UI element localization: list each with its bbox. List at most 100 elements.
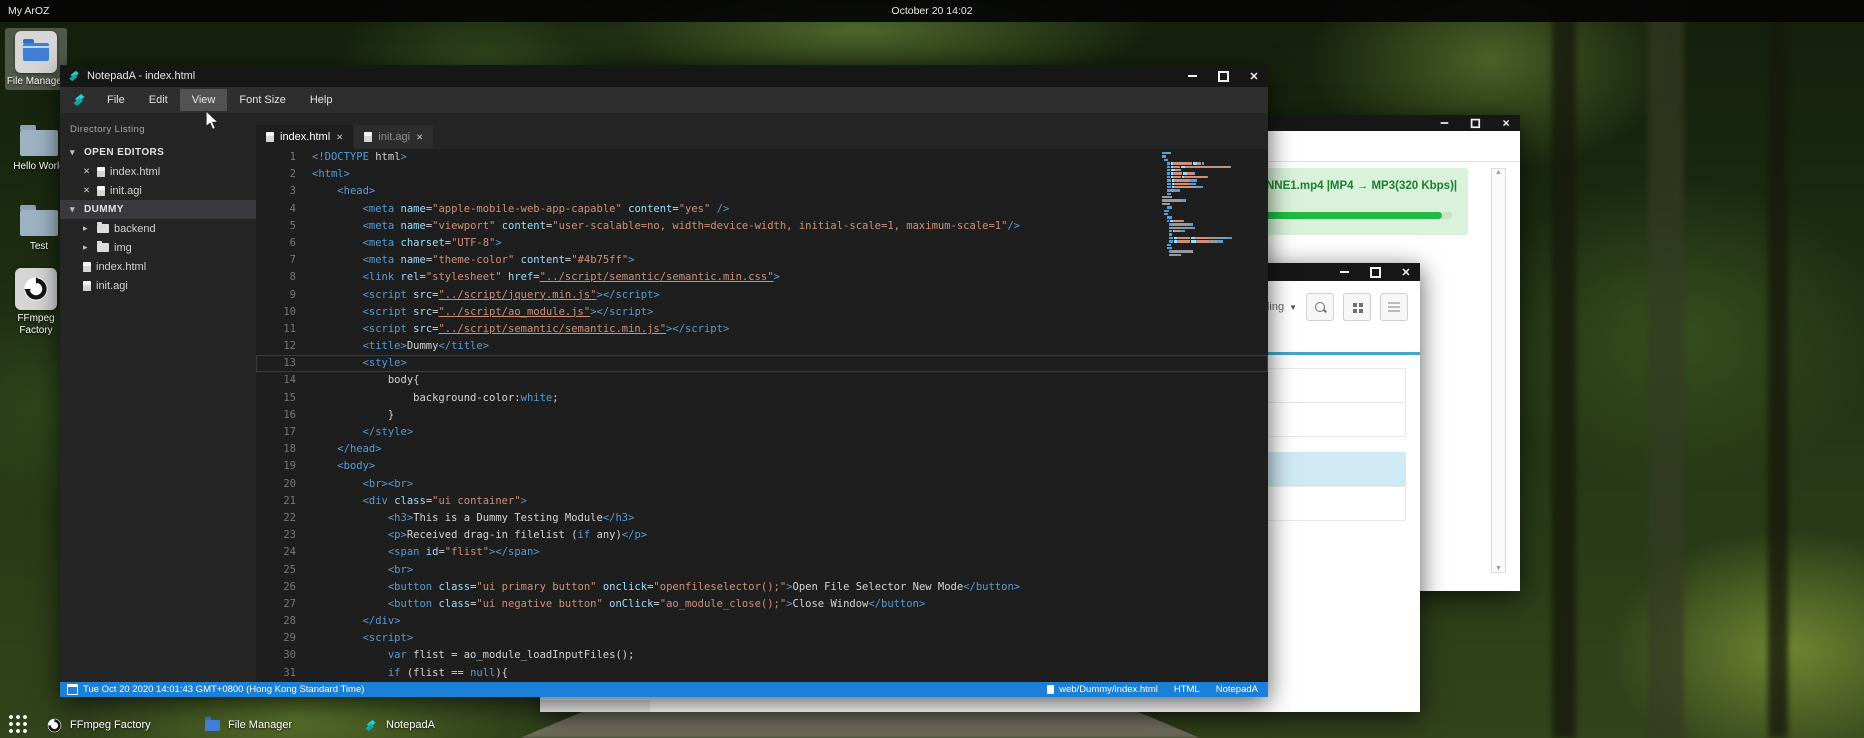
close-editor-icon[interactable]: ✕ bbox=[83, 166, 92, 177]
notepada-titlebar[interactable]: NotepadA - index.html bbox=[60, 65, 1268, 87]
menu-help[interactable]: Help bbox=[298, 89, 345, 111]
menu-font-size[interactable]: Font Size bbox=[227, 89, 297, 111]
maximize-icon[interactable] bbox=[1369, 266, 1381, 278]
desktop-icon-label: File Manager bbox=[5, 76, 67, 88]
tree-item-init-agi[interactable]: init.agi bbox=[60, 276, 256, 295]
code-line-24[interactable]: 24 <span id="flist"></span> bbox=[256, 544, 1268, 561]
tab-bar: index.html✕init.agi✕ bbox=[256, 113, 1268, 149]
app-launcher-grid-icon[interactable] bbox=[8, 714, 28, 734]
status-file-path[interactable]: web/Dummy/index.html bbox=[1059, 684, 1158, 695]
code-line-11[interactable]: 11 <script src="../script/semantic/seman… bbox=[256, 321, 1268, 338]
code-line-6[interactable]: 6 <meta charset="UTF-8"> bbox=[256, 235, 1268, 252]
line-number: 9 bbox=[256, 287, 312, 304]
close-icon[interactable] bbox=[1501, 118, 1511, 128]
file-icon bbox=[266, 132, 274, 142]
close-icon[interactable] bbox=[1248, 70, 1260, 82]
code-line-29[interactable]: 29 <script> bbox=[256, 630, 1268, 647]
taskbar-item-label: NotepadA bbox=[386, 719, 435, 731]
tree-item-dummy[interactable]: ▾DUMMY bbox=[60, 200, 256, 219]
tree-item-label: init.agi bbox=[96, 280, 128, 292]
code-line-2[interactable]: 2<html> bbox=[256, 166, 1268, 183]
menu-edit[interactable]: Edit bbox=[137, 89, 180, 111]
code-line-27[interactable]: 27 <button class="ui negative button" on… bbox=[256, 596, 1268, 613]
tab-index-html[interactable]: index.html ✕ bbox=[256, 125, 353, 149]
code-line-25[interactable]: 25 <br> bbox=[256, 562, 1268, 579]
calendar-icon bbox=[67, 684, 78, 695]
code-line-19[interactable]: 19 <body> bbox=[256, 458, 1268, 475]
menu-file[interactable]: File bbox=[95, 89, 137, 111]
tree-item-open-editors[interactable]: ▾OPEN EDITORS bbox=[60, 143, 256, 162]
status-bar: Tue Oct 20 2020 14:01:43 GMT+0800 (Hong … bbox=[60, 682, 1268, 697]
line-number: 30 bbox=[256, 647, 312, 664]
code-line-23[interactable]: 23 <p>Received drag-in filelist (if any)… bbox=[256, 527, 1268, 544]
code-line-1[interactable]: 1<!DOCTYPE html> bbox=[256, 149, 1268, 166]
code-line-31[interactable]: 31 if (flist == null){ bbox=[256, 665, 1268, 682]
search-button[interactable] bbox=[1306, 293, 1334, 321]
scroll-up-icon[interactable]: ▲ bbox=[1495, 169, 1502, 176]
close-tab-icon[interactable]: ✕ bbox=[336, 132, 343, 143]
status-language[interactable]: HTML bbox=[1174, 684, 1200, 695]
caret-right-icon: ▸ bbox=[83, 223, 92, 234]
file-icon bbox=[364, 132, 372, 142]
close-icon[interactable] bbox=[1400, 266, 1412, 278]
menu-view[interactable]: View bbox=[180, 89, 228, 111]
taskbar: FFmpeg Factory File Manager NotepadA bbox=[0, 712, 1864, 738]
tree-item-label: DUMMY bbox=[84, 204, 124, 215]
scrollbar[interactable]: ▲ ▼ bbox=[1491, 168, 1506, 573]
maximize-icon[interactable] bbox=[1470, 118, 1480, 128]
close-editor-icon[interactable]: ✕ bbox=[83, 185, 92, 196]
scroll-down-icon[interactable]: ▼ bbox=[1495, 565, 1502, 572]
line-number: 26 bbox=[256, 579, 312, 596]
taskbar-item-ffmpeg-factory[interactable]: FFmpeg Factory bbox=[40, 712, 157, 738]
tree-item-label: index.html bbox=[110, 166, 160, 178]
code-line-7[interactable]: 7 <meta name="theme-color" content="#4b7… bbox=[256, 252, 1268, 269]
tree-item-init-agi[interactable]: ✕init.agi bbox=[60, 181, 256, 200]
code-area[interactable]: 1<!DOCTYPE html>2<html>3 <head>4 <meta n… bbox=[256, 149, 1268, 682]
taskbar-item-file-manager[interactable]: File Manager bbox=[198, 712, 298, 738]
tab-init-agi[interactable]: init.agi✕ bbox=[354, 125, 433, 149]
code-line-18[interactable]: 18 </head> bbox=[256, 441, 1268, 458]
tree-item-img[interactable]: ▸img bbox=[60, 238, 256, 257]
caret-down-icon: ▼ bbox=[1289, 303, 1297, 312]
code-line-8[interactable]: 8 <link rel="stylesheet" href="../script… bbox=[256, 269, 1268, 286]
taskbar-item-notepada[interactable]: NotepadA bbox=[356, 712, 441, 738]
code-line-5[interactable]: 5 <meta name="viewport" content="user-sc… bbox=[256, 218, 1268, 235]
tab-label: index.html bbox=[280, 131, 330, 143]
code-line-20[interactable]: 20 <br><br> bbox=[256, 476, 1268, 493]
code-line-16[interactable]: 16 } bbox=[256, 407, 1268, 424]
caret-right-icon: ▸ bbox=[83, 242, 92, 253]
code-line-26[interactable]: 26 <button class="ui primary button" onc… bbox=[256, 579, 1268, 596]
code-line-30[interactable]: 30 var flist = ao_module_loadInputFiles(… bbox=[256, 647, 1268, 664]
sidebar: Directory Listing ▾OPEN EDITORS✕index.ht… bbox=[60, 113, 256, 682]
maximize-icon[interactable] bbox=[1217, 70, 1229, 82]
tree-item-index-html[interactable]: ✕ index.html bbox=[60, 162, 256, 181]
minimize-icon[interactable] bbox=[1439, 118, 1449, 128]
line-number: 13 bbox=[256, 355, 312, 372]
desktop-icon-ffmpeg-factory[interactable]: FFmpeg Factory bbox=[5, 268, 67, 337]
list-view-button[interactable] bbox=[1380, 293, 1408, 321]
folder-icon bbox=[20, 130, 58, 156]
code-line-12[interactable]: 12 <title>Dummy</title> bbox=[256, 338, 1268, 355]
code-line-13[interactable]: 13 <style> bbox=[256, 355, 1268, 372]
close-tab-icon[interactable]: ✕ bbox=[416, 132, 423, 143]
minimize-icon[interactable] bbox=[1186, 70, 1198, 82]
code-line-4[interactable]: 4 <meta name="apple-mobile-web-app-capab… bbox=[256, 201, 1268, 218]
code-line-14[interactable]: 14 body{ bbox=[256, 372, 1268, 389]
desktop-icon-file-manager[interactable]: File Manager bbox=[5, 28, 67, 90]
code-line-22[interactable]: 22 <h3>This is a Dummy Testing Module</h… bbox=[256, 510, 1268, 527]
notepada-window: NotepadA - index.html FileEditViewFont S… bbox=[60, 65, 1268, 697]
sidebar-tree: ▾OPEN EDITORS✕index.html✕init.agi▾DUMMY▸… bbox=[60, 143, 256, 295]
minimap[interactable] bbox=[1162, 152, 1254, 257]
code-line-3[interactable]: 3 <head> bbox=[256, 183, 1268, 200]
code-line-15[interactable]: 15 background-color:white; bbox=[256, 390, 1268, 407]
grid-view-button[interactable] bbox=[1343, 293, 1371, 321]
code-line-21[interactable]: 21 <div class="ui container"> bbox=[256, 493, 1268, 510]
code-line-28[interactable]: 28 </div> bbox=[256, 613, 1268, 630]
tree-item-index-html[interactable]: index.html bbox=[60, 257, 256, 276]
code-line-9[interactable]: 9 <script src="../script/jquery.min.js">… bbox=[256, 287, 1268, 304]
tree-item-backend[interactable]: ▸backend bbox=[60, 219, 256, 238]
editor: index.html✕init.agi✕ 1<!DOCTYPE html>2<h… bbox=[256, 113, 1268, 682]
code-line-10[interactable]: 10 <script src="../script/ao_module.js">… bbox=[256, 304, 1268, 321]
minimize-icon[interactable] bbox=[1338, 266, 1350, 278]
code-line-17[interactable]: 17 </style> bbox=[256, 424, 1268, 441]
